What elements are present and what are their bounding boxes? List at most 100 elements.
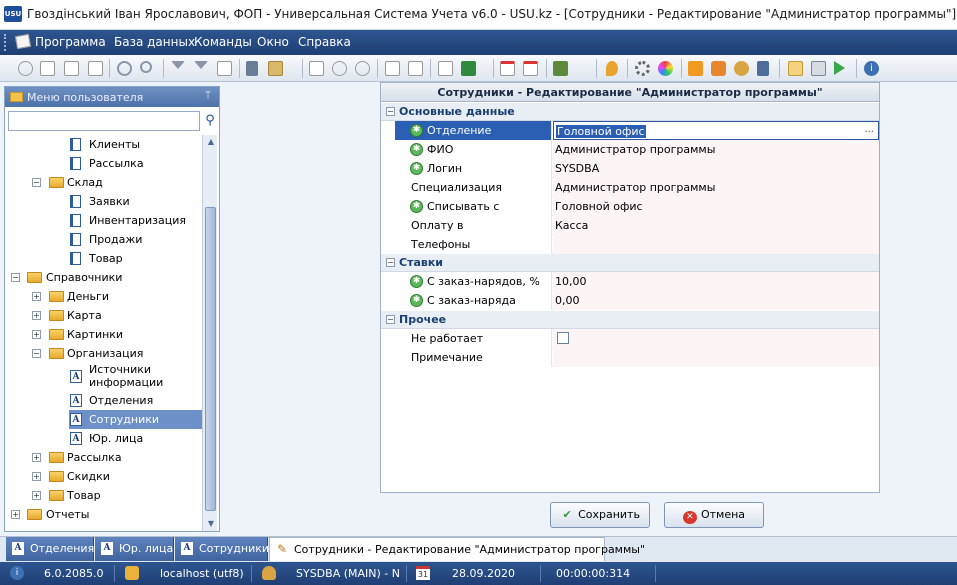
field-payment-to[interactable]: Оплату в Касса xyxy=(395,216,879,235)
excel-export-icon[interactable] xyxy=(461,61,476,76)
tree-item-inventory[interactable]: Инвентаризация xyxy=(5,211,202,230)
tree-scrollbar[interactable]: ▲ ▼ xyxy=(202,135,217,531)
cancel-button[interactable]: ✕ Отмена xyxy=(664,502,764,528)
collapse-icon[interactable]: − xyxy=(32,349,41,358)
puzzle-icon[interactable] xyxy=(711,61,726,76)
field-phones[interactable]: Телефоны xyxy=(395,235,879,254)
tab-departments[interactable]: A Отделения xyxy=(6,537,94,561)
field-specialization[interactable]: Специализация Администратор программы xyxy=(395,178,879,197)
play-icon[interactable] xyxy=(834,61,845,75)
field-rate-amount[interactable]: ✱ С заказ-наряда сумма 0,00 xyxy=(395,291,879,320)
tree-item-directories[interactable]: − Справочники xyxy=(5,268,202,287)
login-value[interactable]: SYSDBA xyxy=(553,159,879,178)
tree-item-organization[interactable]: − Организация xyxy=(5,344,202,363)
collapse-icon[interactable]: − xyxy=(386,315,395,324)
menu-window[interactable]: Окно xyxy=(257,35,289,49)
expand-icon[interactable]: + xyxy=(32,311,41,320)
ellipsis-button[interactable]: ... xyxy=(864,124,874,135)
section-main-data[interactable]: − Основные данные xyxy=(381,103,879,121)
collapse-icon[interactable]: − xyxy=(386,107,395,116)
expand-icon[interactable]: + xyxy=(32,472,41,481)
scroll-up-icon[interactable]: ▲ xyxy=(206,137,216,146)
tree-item-map[interactable]: + Карта xyxy=(5,306,202,325)
tree-item-mailing[interactable]: Рассылка xyxy=(5,154,202,173)
tree-item-mailing-folder[interactable]: + Рассылка xyxy=(5,448,202,467)
scroll-down-icon[interactable]: ▼ xyxy=(206,519,216,528)
tree-item-requests[interactable]: Заявки xyxy=(5,192,202,211)
tree-item-pictures[interactable]: + Картинки xyxy=(5,325,202,344)
field-not-working[interactable]: Не работает xyxy=(395,329,879,348)
search-icon[interactable] xyxy=(140,61,152,73)
tree-item-warehouse[interactable]: − Склад xyxy=(5,173,202,192)
expand-icon[interactable]: + xyxy=(32,330,41,339)
map-pin-icon[interactable] xyxy=(606,61,618,76)
filter-clear-icon[interactable] xyxy=(194,61,208,69)
document-edit-icon[interactable] xyxy=(88,61,103,76)
field-note[interactable]: Примечание xyxy=(395,348,879,367)
collapse-icon[interactable]: − xyxy=(32,178,41,187)
add-row-icon[interactable] xyxy=(385,61,400,76)
tree-item-discounts[interactable]: + Скидки xyxy=(5,467,202,486)
tree-item-goods-folder[interactable]: + Товар xyxy=(5,486,202,505)
document-icon[interactable] xyxy=(64,61,79,76)
info-icon[interactable]: i xyxy=(864,61,879,76)
tools-icon[interactable] xyxy=(757,61,769,76)
image-icon[interactable] xyxy=(268,61,283,76)
tree-item-sales[interactable]: Продажи xyxy=(5,230,202,249)
refresh-circle-icon[interactable] xyxy=(18,61,33,76)
tree-item-reports[interactable]: + Отчеты xyxy=(5,505,202,524)
write-off-from-value[interactable]: Головной офис xyxy=(553,197,879,216)
note-value[interactable] xyxy=(553,348,879,367)
section-rates[interactable]: − Ставки xyxy=(381,254,879,272)
menu-program[interactable]: Программа xyxy=(14,33,106,50)
phones-value[interactable] xyxy=(553,235,879,254)
filter-icon[interactable] xyxy=(171,61,185,69)
scrollbar-thumb[interactable] xyxy=(205,207,216,511)
expand-icon[interactable]: + xyxy=(32,491,41,500)
page-icon[interactable] xyxy=(438,61,453,76)
tree-item-employees[interactable]: A Сотрудники xyxy=(69,410,202,429)
sync-icon[interactable] xyxy=(117,61,132,76)
tab-employees[interactable]: A Сотрудники xyxy=(175,537,269,561)
table-icon[interactable] xyxy=(788,61,803,76)
tree-item-legal-entities[interactable]: A Юр. лица xyxy=(5,429,202,448)
not-working-checkbox[interactable] xyxy=(557,332,569,344)
tree-item-goods[interactable]: Товар xyxy=(5,249,202,268)
rss-icon[interactable] xyxy=(688,61,703,76)
window-close-icon[interactable] xyxy=(523,61,538,76)
search-icon[interactable]: ⚲ xyxy=(201,111,219,131)
color-palette-icon[interactable] xyxy=(658,61,673,76)
collapse-icon[interactable]: − xyxy=(11,273,20,282)
tree-item-info-sources[interactable]: A Источники информации xyxy=(5,363,202,390)
filter-check-icon[interactable] xyxy=(217,61,232,76)
collapse-up-icon[interactable] xyxy=(355,61,370,76)
field-login[interactable]: ✱ Логин SYSDBA xyxy=(395,159,879,178)
edit-row-icon[interactable] xyxy=(408,61,423,76)
expand-down-icon[interactable] xyxy=(332,61,347,76)
menu-database[interactable]: База данных xyxy=(114,35,195,49)
menu-commands[interactable]: Команды xyxy=(194,35,252,49)
tree-item-departments[interactable]: A Отделения xyxy=(5,391,202,410)
fullname-value[interactable]: Администратор программы xyxy=(553,140,879,159)
copy-icon[interactable] xyxy=(40,61,55,76)
section-other[interactable]: − Прочее xyxy=(381,311,879,329)
field-department[interactable]: ✱ Отделение Головной офис ... xyxy=(395,121,879,140)
tree-item-money[interactable]: + Деньги xyxy=(5,287,202,306)
rate-percent-value[interactable]: 10,00 xyxy=(553,272,879,291)
gear-icon[interactable] xyxy=(635,61,650,76)
field-rate-percent[interactable]: ✱ С заказ-нарядов, % 10,00 xyxy=(395,272,879,291)
department-value[interactable]: Головной офис ... xyxy=(553,121,879,140)
not-working-value[interactable] xyxy=(553,329,879,348)
pin-icon[interactable]: ᛘ xyxy=(205,90,211,101)
menu-search-input[interactable] xyxy=(8,111,200,131)
flag-icon[interactable] xyxy=(246,61,258,76)
print-icon[interactable] xyxy=(811,61,826,76)
window-new-icon[interactable] xyxy=(500,61,515,76)
save-button[interactable]: ✔ Сохранить xyxy=(550,502,650,528)
expand-icon[interactable]: + xyxy=(32,453,41,462)
tree-item-clients[interactable]: Клиенты xyxy=(5,135,202,154)
expand-icon[interactable]: + xyxy=(32,292,41,301)
users-icon[interactable] xyxy=(734,61,749,76)
field-fullname[interactable]: ✱ ФИО Администратор программы xyxy=(395,140,879,159)
tab-legal-entities[interactable]: A Юр. лица xyxy=(95,537,174,561)
